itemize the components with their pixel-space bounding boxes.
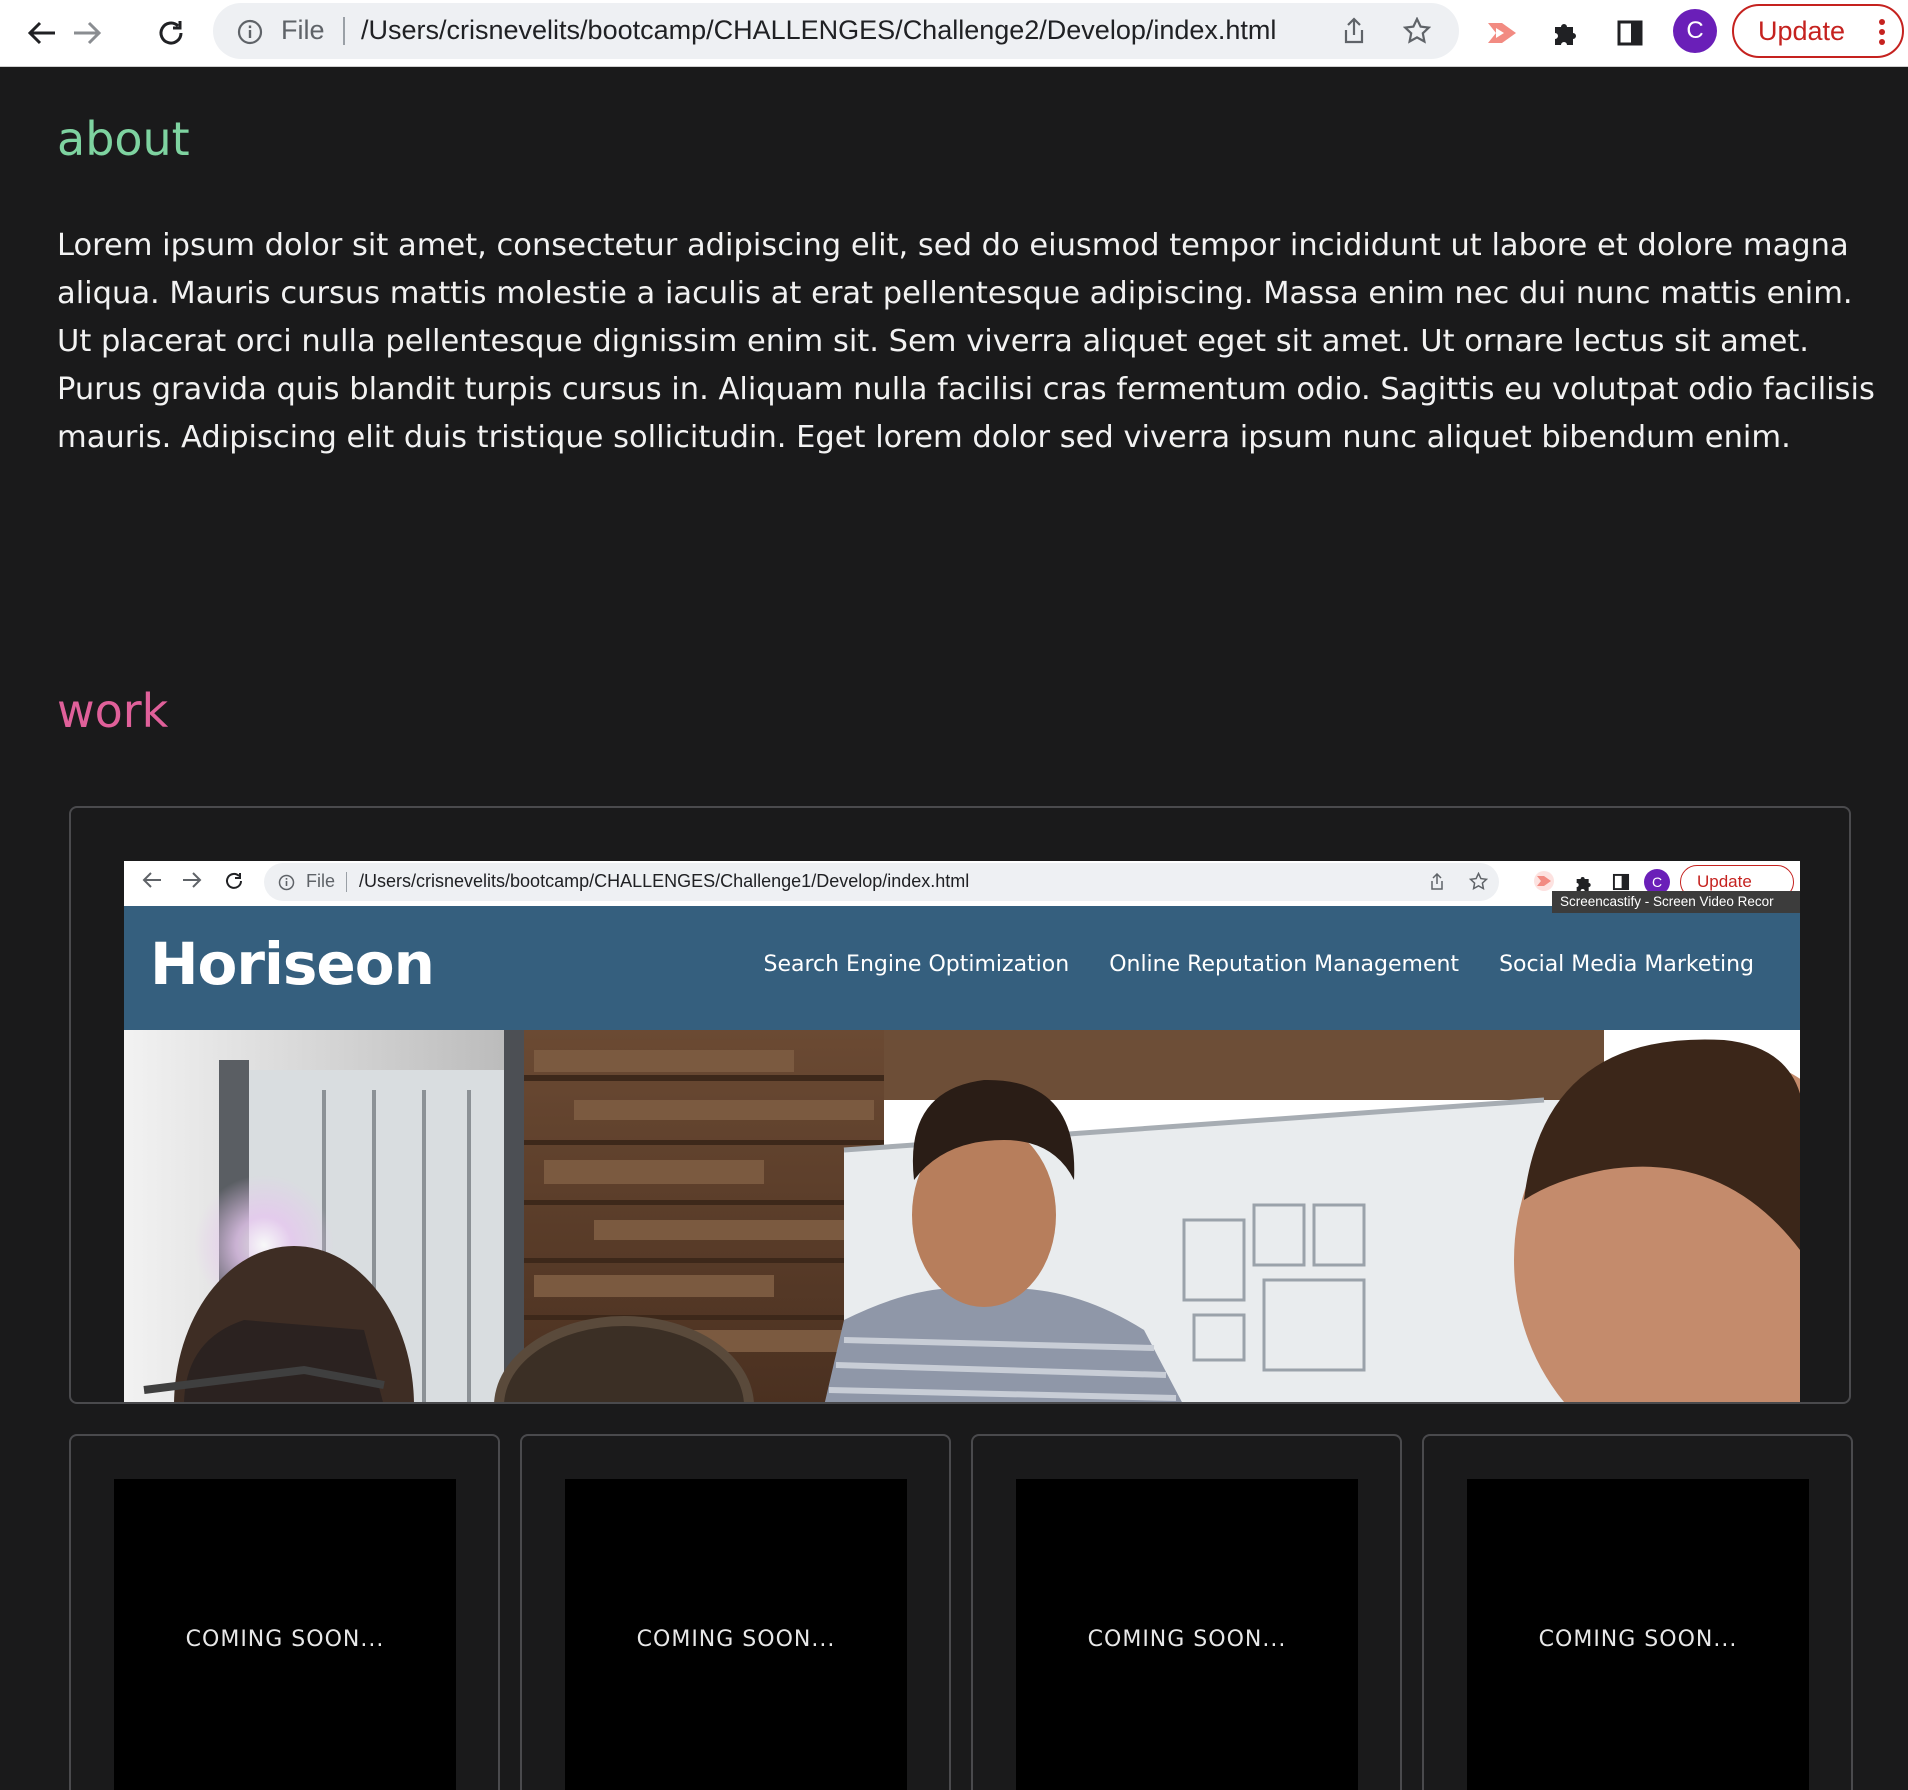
work-card[interactable]: COMING SOON... — [69, 1434, 500, 1790]
update-label: Update — [1758, 15, 1846, 46]
share-icon[interactable] — [1341, 17, 1367, 45]
coming-soon-label: COMING SOON... — [185, 1626, 385, 1652]
file-label: File — [306, 871, 336, 891]
screenshot-address-bar: File /Users/crisnevelits/bootcamp/CHALLE… — [264, 863, 1499, 901]
browser-toolbar: File /Users/crisnevelits/bootcamp/CHALLE… — [0, 0, 1908, 67]
coming-soon-label: COMING SOON... — [1538, 1626, 1738, 1652]
reload-button[interactable] — [146, 8, 196, 58]
divider — [346, 872, 347, 892]
side-panel-icon — [1617, 20, 1643, 46]
horiseon-nav: Search Engine Optimization Online Reputa… — [763, 952, 1754, 977]
screencastify-icon — [1488, 23, 1516, 43]
extension-tooltip: Screencastify - Screen Video Recor — [1552, 891, 1800, 913]
arrow-left-icon — [142, 872, 161, 888]
url-text[interactable]: /Users/crisnevelits/bootcamp/CHALLENGES/… — [361, 15, 1361, 46]
screencastify-extension-button[interactable] — [1479, 10, 1525, 56]
arrow-right-icon — [183, 872, 202, 888]
back-button[interactable] — [17, 8, 67, 58]
work-card-thumbnail: COMING SOON... — [1016, 1479, 1358, 1790]
arrow-right-icon — [74, 21, 102, 45]
screenshot-browser-toolbar: File /Users/crisnevelits/bootcamp/CHALLE… — [124, 861, 1800, 906]
profile-avatar[interactable]: C — [1673, 9, 1717, 53]
side-panel-icon — [1612, 873, 1630, 891]
extensions-button[interactable] — [1543, 10, 1589, 56]
share-icon — [1431, 873, 1443, 890]
side-panel-button[interactable] — [1607, 10, 1653, 56]
star-icon[interactable] — [1403, 17, 1431, 45]
url-text: /Users/crisnevelits/bootcamp/CHALLENGES/… — [359, 871, 970, 891]
nav-item-social: Social Media Marketing — [1499, 952, 1754, 977]
coming-soon-label: COMING SOON... — [636, 1626, 836, 1652]
address-bar[interactable]: File /Users/crisnevelits/bootcamp/CHALLE… — [213, 3, 1459, 59]
horiseon-header: Horiseon Search Engine Optimization Onli… — [124, 906, 1800, 1030]
puzzle-icon — [1555, 24, 1576, 45]
update-button[interactable]: Update — [1732, 4, 1904, 58]
work-card[interactable]: COMING SOON... — [1422, 1434, 1853, 1790]
coming-soon-label: COMING SOON... — [1087, 1626, 1287, 1652]
forward-button[interactable] — [62, 8, 112, 58]
screencastify-icon — [1534, 871, 1554, 891]
reload-icon — [226, 872, 242, 889]
hero-photo — [124, 1030, 1800, 1402]
nav-item-seo: Search Engine Optimization — [763, 952, 1070, 977]
work-card-thumbnail: COMING SOON... — [1467, 1479, 1809, 1790]
file-label: File — [281, 15, 325, 45]
featured-work-screenshot: File /Users/crisnevelits/bootcamp/CHALLE… — [124, 861, 1800, 1402]
about-heading: about — [57, 112, 190, 166]
horiseon-logo: Horiseon — [150, 930, 435, 998]
puzzle-icon — [1576, 877, 1591, 891]
arrow-left-icon — [27, 21, 55, 45]
nav-item-reputation: Online Reputation Management — [1109, 952, 1460, 977]
info-icon[interactable] — [237, 19, 263, 45]
work-card-thumbnail: COMING SOON... — [114, 1479, 456, 1790]
work-card-thumbnail: COMING SOON... — [565, 1479, 907, 1790]
info-icon — [278, 874, 295, 891]
divider — [343, 17, 345, 45]
reload-icon — [159, 21, 183, 45]
work-heading: work — [57, 684, 169, 738]
featured-work-card[interactable]: File /Users/crisnevelits/bootcamp/CHALLE… — [69, 806, 1851, 1404]
work-card[interactable]: COMING SOON... — [520, 1434, 951, 1790]
about-paragraph: Lorem ipsum dolor sit amet, consectetur … — [57, 228, 1875, 455]
more-vert-icon — [1879, 19, 1885, 45]
work-card[interactable]: COMING SOON... — [971, 1434, 1402, 1790]
star-icon — [1469, 872, 1488, 891]
